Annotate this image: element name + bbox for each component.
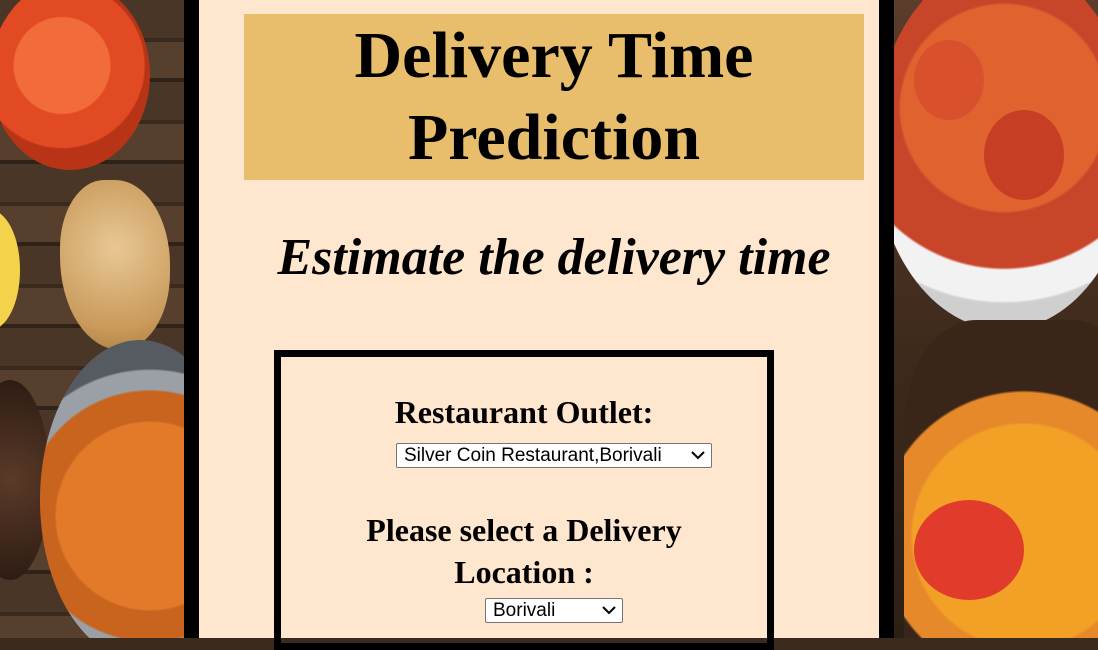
restaurant-outlet-label: Restaurant Outlet:	[394, 394, 654, 430]
restaurant-outlet-select[interactable]: Silver Coin Restaurant,Borivali	[396, 443, 712, 468]
delivery-location-select-value: Borivali	[493, 599, 556, 621]
left-food-background-image	[0, 0, 184, 638]
delivery-location-select[interactable]: Borivali	[485, 598, 623, 623]
delivery-location-label-line-1: Please select a Delivery	[366, 512, 682, 548]
prediction-form: Restaurant Outlet: Silver Coin Restauran…	[274, 350, 774, 650]
delivery-location-label-line-2: Location :	[454, 554, 594, 590]
restaurant-outlet-select-value: Silver Coin Restaurant,Borivali	[404, 444, 662, 466]
page-title-line-1: Delivery Time	[354, 19, 754, 92]
chevron-down-icon	[691, 451, 705, 460]
chevron-down-icon	[602, 606, 616, 615]
page-title-line-2: Prediction	[407, 101, 701, 174]
title-banner: Delivery Time Prediction	[244, 14, 864, 180]
page-subtitle: Estimate the delivery time	[277, 229, 831, 286]
page-title: Delivery Time Prediction	[355, 15, 754, 179]
right-food-background-image	[894, 0, 1098, 638]
delivery-location-label: Please select a Delivery Location :	[281, 509, 767, 593]
